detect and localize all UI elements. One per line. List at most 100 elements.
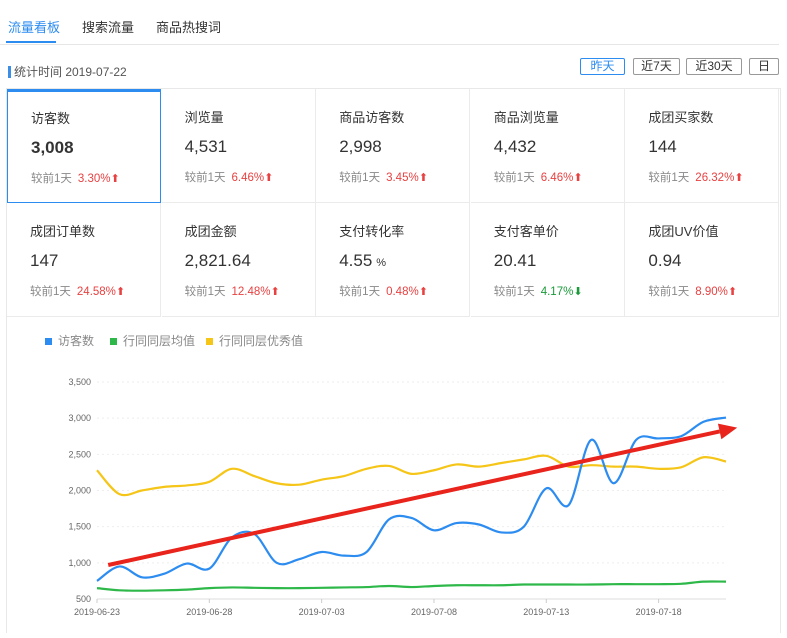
metric-card[interactable]: 访客数 3,008 较前1天 3.30%⬆ bbox=[7, 89, 161, 203]
compare-label: 较前1天 bbox=[184, 286, 226, 298]
metric-compare: 较前1天 0.48%⬆ bbox=[339, 283, 428, 299]
compare-percent: 26.32% bbox=[695, 172, 735, 184]
metrics-grid: 访客数 3,008 较前1天 3.30%⬆ 浏览量 4,531 较前1天 6.46%⬆ 商品访客… bbox=[6, 88, 781, 317]
x-tick-label: 2019-06-28 bbox=[186, 607, 232, 617]
metric-title: 成团订单数 bbox=[30, 224, 96, 239]
metric-value-text: 4,432 bbox=[493, 137, 537, 156]
range-7days-button[interactable]: 近7天 bbox=[633, 58, 680, 75]
section-marker bbox=[8, 66, 11, 78]
x-tick-label: 2019-07-18 bbox=[636, 607, 682, 617]
compare-percent: 24.58% bbox=[76, 286, 116, 298]
metric-compare: 较前1天 4.17%⬇ bbox=[494, 283, 583, 299]
compare-label: 较前1天 bbox=[31, 173, 72, 185]
metric-title: 商品浏览量 bbox=[493, 110, 559, 125]
metric-compare: 较前1天 3.45%⬆ bbox=[339, 169, 428, 185]
metric-card[interactable]: 支付转化率 4.55% 较前1天 0.48%⬆ bbox=[316, 203, 471, 317]
metric-value: 0.94 bbox=[648, 251, 681, 271]
metric-title: 访客数 bbox=[31, 111, 71, 126]
arrow-up-icon: ⬆ bbox=[573, 172, 583, 184]
metric-title: 成团UV价值 bbox=[648, 224, 719, 239]
metric-value: 20.41 bbox=[494, 251, 537, 271]
metric-value: 4.55% bbox=[339, 251, 386, 271]
metric-card[interactable]: 成团订单数 147 较前1天 24.58%⬆ bbox=[7, 203, 161, 317]
metric-card[interactable]: 浏览量 4,531 较前1天 6.46%⬆ bbox=[161, 89, 316, 203]
metric-compare: 较前1天 12.48%⬆ bbox=[185, 283, 280, 299]
arrow-up-icon: ⬆ bbox=[115, 286, 126, 298]
compare-label: 较前1天 bbox=[493, 172, 535, 184]
arrow-up-icon: ⬆ bbox=[270, 286, 280, 298]
arrow-up-icon: ⬆ bbox=[727, 286, 738, 298]
compare-label: 较前1天 bbox=[339, 286, 381, 298]
tab-traffic-dashboard[interactable]: 流量看板 bbox=[8, 17, 60, 36]
metric-compare: 较前1天 8.90%⬆ bbox=[648, 283, 737, 299]
metric-value: 2,998 bbox=[339, 137, 382, 157]
trend-arrow-head-icon bbox=[717, 423, 738, 440]
compare-label: 较前1天 bbox=[339, 172, 381, 184]
metric-value-text: 0.94 bbox=[648, 251, 682, 270]
x-tick-label: 2019-07-03 bbox=[299, 607, 345, 617]
metric-title: 支付客单价 bbox=[493, 224, 559, 239]
series-line bbox=[96, 454, 727, 497]
arrow-up-icon: ⬆ bbox=[734, 172, 744, 184]
compare-label: 较前1天 bbox=[648, 286, 690, 298]
x-tick-label: 2019-06-23 bbox=[74, 607, 120, 617]
legend-swatch bbox=[110, 338, 117, 345]
metric-value: 2,821.64 bbox=[185, 251, 251, 271]
y-tick-label: 3,000 bbox=[68, 413, 91, 423]
y-tick-label: 1,500 bbox=[68, 522, 91, 532]
compare-percent: 6.46% bbox=[231, 172, 265, 184]
tab-hot-search-terms[interactable]: 商品热搜词 bbox=[156, 17, 221, 36]
arrow-up-icon: ⬆ bbox=[418, 172, 428, 184]
range-day-button[interactable]: 日 bbox=[749, 58, 779, 75]
metric-compare: 较前1天 26.32%⬆ bbox=[648, 169, 743, 185]
metric-value-text: 147 bbox=[30, 251, 59, 270]
compare-percent: 12.48% bbox=[231, 286, 271, 298]
trend-chart: 500 1,000 1,500 2,000 2,500 3,000 3,500 2019-06… bbox=[6, 316, 781, 633]
arrow-up-icon: ⬆ bbox=[110, 173, 120, 185]
metric-card[interactable]: 商品访客数 2,998 较前1天 3.45%⬆ bbox=[316, 89, 471, 203]
tab-search-traffic[interactable]: 搜索流量 bbox=[82, 17, 134, 36]
x-tick-label: 2019-07-13 bbox=[523, 607, 569, 617]
metric-value-text: 2,998 bbox=[339, 137, 382, 156]
series-line bbox=[96, 580, 727, 592]
compare-label: 较前1天 bbox=[30, 286, 71, 298]
legend-label: 行同同层优秀值 bbox=[219, 333, 303, 348]
legend-swatch bbox=[45, 338, 52, 345]
compare-percent: 3.30% bbox=[77, 173, 111, 185]
metric-title: 成团金额 bbox=[184, 224, 237, 239]
active-tab-indicator bbox=[6, 41, 56, 43]
arrow-up-icon: ⬆ bbox=[418, 286, 428, 298]
metric-unit: % bbox=[376, 257, 387, 269]
y-tick-label: 1,000 bbox=[68, 558, 91, 568]
arrow-up-icon: ⬆ bbox=[264, 172, 274, 184]
y-tick-label: 3,500 bbox=[68, 377, 91, 387]
compare-percent: 4.17% bbox=[540, 286, 574, 298]
metric-value-text: 144 bbox=[648, 137, 677, 156]
compare-label: 较前1天 bbox=[493, 286, 535, 298]
metric-compare: 较前1天 3.30%⬆ bbox=[31, 170, 120, 186]
metric-card[interactable]: 成团金额 2,821.64 较前1天 12.48%⬆ bbox=[161, 203, 316, 317]
y-tick-label: 2,500 bbox=[68, 449, 91, 459]
metric-card[interactable]: 商品浏览量 4,432 较前1天 6.46%⬆ bbox=[470, 89, 625, 203]
compare-percent: 3.45% bbox=[386, 172, 419, 184]
compare-label: 较前1天 bbox=[184, 172, 226, 184]
range-yesterday-button[interactable]: 昨天 bbox=[580, 58, 625, 75]
y-tick-label: 2,000 bbox=[68, 486, 91, 496]
x-tick-label: 2019-07-08 bbox=[411, 607, 457, 617]
metric-value-text: 3,008 bbox=[31, 138, 74, 157]
tab-bar: 流量看板 搜索流量 商品热搜词 bbox=[0, 0, 779, 45]
trend-arrow-line bbox=[107, 429, 721, 567]
metric-compare: 较前1天 6.46%⬆ bbox=[494, 169, 583, 185]
metric-value: 3,008 bbox=[31, 138, 74, 158]
metric-value-text: 4,531 bbox=[184, 137, 228, 156]
metric-value: 4,531 bbox=[185, 137, 228, 157]
metric-compare: 较前1天 24.58%⬆ bbox=[30, 283, 125, 299]
metric-card[interactable]: 成团买家数 144 较前1天 26.32%⬆ bbox=[625, 89, 780, 203]
arrow-down-icon: ⬇ bbox=[573, 286, 583, 298]
range-30days-button[interactable]: 近30天 bbox=[686, 58, 742, 75]
metric-card[interactable]: 支付客单价 20.41 较前1天 4.17%⬇ bbox=[470, 203, 625, 317]
compare-label: 较前1天 bbox=[648, 172, 690, 184]
metric-card[interactable]: 成团UV价值 0.94 较前1天 8.90%⬆ bbox=[625, 203, 780, 317]
legend-label: 访客数 bbox=[58, 333, 94, 348]
metric-title: 支付转化率 bbox=[339, 224, 405, 239]
